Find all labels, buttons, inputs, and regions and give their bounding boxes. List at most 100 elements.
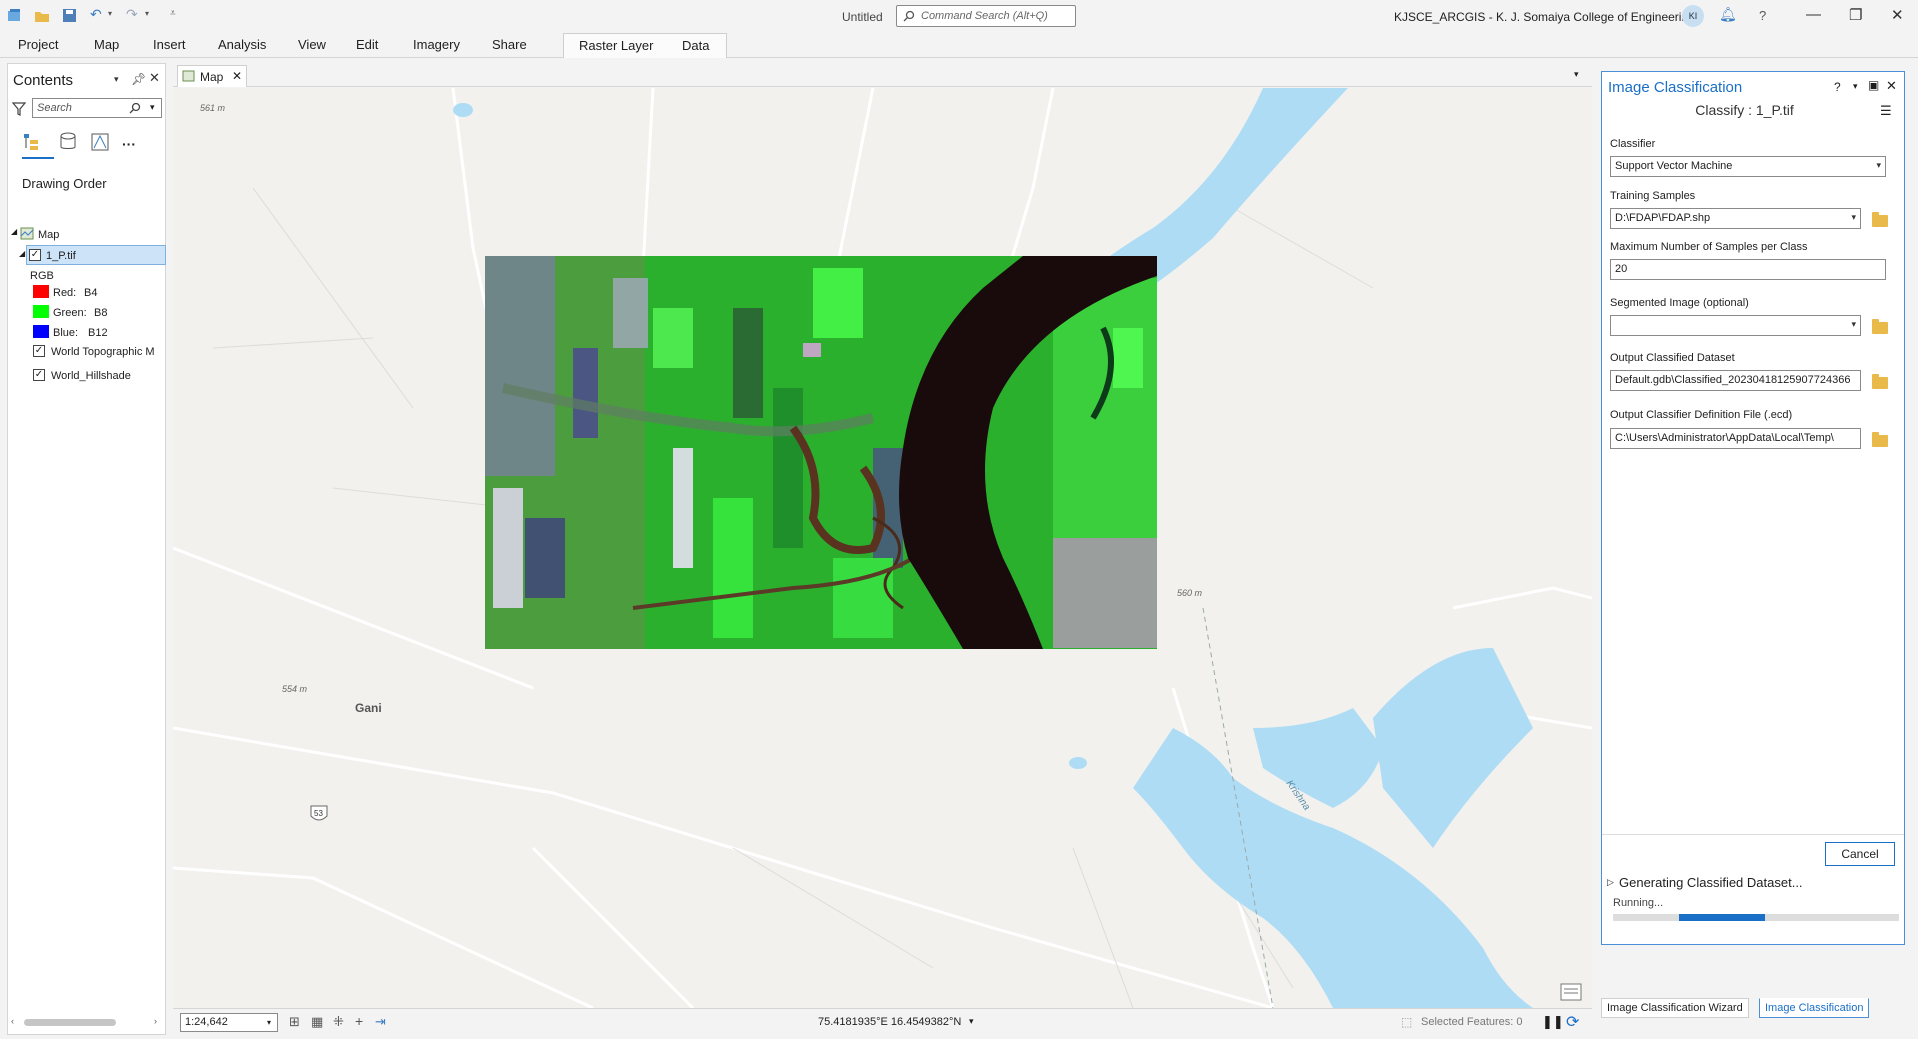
tab-insert[interactable]: Insert xyxy=(153,37,186,52)
open-project-icon[interactable] xyxy=(34,8,50,23)
tab-image-classification-wizard[interactable]: Image Classification Wizard xyxy=(1601,998,1749,1018)
avatar[interactable]: KI xyxy=(1682,5,1704,27)
output-dataset-input[interactable]: Default.gdb\Classified_20230418125907724… xyxy=(1610,370,1861,391)
help-icon[interactable]: ? xyxy=(1834,80,1841,94)
scale-selector[interactable]: 1:24,642 ▾ xyxy=(180,1013,278,1032)
organization-name[interactable]: KJSCE_ARCGIS - K. J. Somaiya College of … xyxy=(1394,10,1695,24)
notifications-icon[interactable]: 🔔︎ xyxy=(1719,6,1737,23)
tool-options-icon[interactable]: ☰ xyxy=(1880,103,1892,119)
close-window-icon[interactable]: ✕ xyxy=(1891,6,1904,24)
segmented-image-dropdown[interactable]: ▾ xyxy=(1610,315,1861,336)
tab-image-classification[interactable]: Image Classification xyxy=(1759,998,1870,1018)
contents-search-input[interactable]: Search ▾ xyxy=(32,98,162,118)
scale-dropdown-icon[interactable]: ▾ xyxy=(267,1018,271,1027)
new-project-icon[interactable] xyxy=(7,8,23,23)
search-icon xyxy=(903,10,915,22)
browse-folder-icon[interactable] xyxy=(1872,432,1888,447)
grid-icon[interactable]: ▦ xyxy=(311,1014,323,1030)
job-status: Running... xyxy=(1613,897,1664,909)
more-options-icon[interactable]: ··· xyxy=(122,136,136,152)
green-band-swatch xyxy=(33,305,49,318)
coordinate-format-dropdown-icon[interactable]: ▾ xyxy=(969,1016,974,1027)
browse-folder-icon[interactable] xyxy=(1872,374,1888,389)
command-search-input[interactable]: Command Search (Alt+Q) xyxy=(896,5,1076,27)
tab-analysis[interactable]: Analysis xyxy=(218,37,266,52)
output-ecd-value: C:\Users\Administrator\AppData\Local\Tem… xyxy=(1615,432,1834,444)
browse-folder-icon[interactable] xyxy=(1872,319,1888,334)
undo-icon[interactable]: ↶ xyxy=(90,6,102,23)
layer-name[interactable]: 1_P.tif xyxy=(46,250,76,262)
fixed-zoom-icon[interactable]: ⊞ xyxy=(289,1014,300,1030)
navigate-icon[interactable]: ⇥ xyxy=(375,1014,386,1030)
pane-title: Image Classification xyxy=(1608,79,1743,96)
help-icon[interactable]: ? xyxy=(1759,8,1766,23)
pond-2 xyxy=(1069,757,1087,769)
pause-drawing-icon[interactable]: ❚❚ xyxy=(1542,1014,1564,1030)
tab-imagery[interactable]: Imagery xyxy=(413,37,460,52)
max-samples-input[interactable]: 20 xyxy=(1610,259,1886,280)
active-view-indicator xyxy=(22,157,54,159)
close-map-tab-icon[interactable]: ✕ xyxy=(232,69,242,83)
search-icon[interactable] xyxy=(129,102,141,114)
output-ecd-input[interactable]: C:\Users\Administrator\AppData\Local\Tem… xyxy=(1610,428,1861,449)
pane-menu-icon[interactable]: ▾ xyxy=(1853,81,1858,92)
redo-dropdown-icon[interactable]: ▾ xyxy=(145,9,149,18)
map-view-tab-bar: Map ✕ ▾ xyxy=(173,63,1592,87)
red-band-value: B4 xyxy=(84,287,98,299)
blue-band-label: Blue: xyxy=(53,327,79,339)
minimize-icon[interactable]: — xyxy=(1806,6,1821,23)
tab-raster-layer[interactable]: Raster Layer xyxy=(579,38,653,53)
green-band-value: B8 xyxy=(94,307,108,319)
browse-folder-icon[interactable] xyxy=(1872,212,1888,227)
list-by-source-icon[interactable] xyxy=(58,132,78,152)
ribbon-tabs: Project Map Insert Analysis View Edit Im… xyxy=(0,33,1918,58)
cancel-button[interactable]: Cancel xyxy=(1825,842,1895,866)
list-by-drawing-order-icon[interactable] xyxy=(22,132,44,152)
map-status-bar: 1:24,642 ▾ ⊞ ▦ ⁜ + ⇥ 75.4181935°E 16.454… xyxy=(173,1008,1592,1035)
training-samples-label: Training Samples xyxy=(1610,190,1696,202)
training-samples-dropdown[interactable]: D:\FDAP\FDAP.shp ▾ xyxy=(1610,208,1861,229)
restore-icon[interactable]: ❐ xyxy=(1849,6,1862,24)
filter-icon[interactable] xyxy=(12,102,26,116)
maximize-pane-icon[interactable]: ▣ xyxy=(1868,78,1879,92)
close-pane-icon[interactable]: ✕ xyxy=(149,70,160,86)
pin-icon[interactable]: 📌︎ xyxy=(131,72,146,86)
map-options-icon[interactable] xyxy=(1560,983,1582,1001)
pane-menu-icon[interactable]: ▾ xyxy=(114,74,119,85)
layer-visibility-checkbox[interactable]: ✓ xyxy=(29,249,41,261)
map-view-tab[interactable]: Map ✕ xyxy=(177,65,247,87)
snapping-icon[interactable]: ⁜ xyxy=(333,1014,344,1030)
customize-toolbar-icon[interactable]: ⩡ xyxy=(170,8,176,19)
classifier-value: Support Vector Machine xyxy=(1615,160,1733,172)
list-by-selection-icon[interactable] xyxy=(90,132,110,152)
map-tree-label[interactable]: Map xyxy=(38,229,59,241)
expand-map-icon[interactable]: ◢ xyxy=(11,227,17,236)
tab-share[interactable]: Share xyxy=(492,37,527,52)
search-options-icon[interactable]: ▾ xyxy=(150,102,155,113)
collapse-layer-icon[interactable]: ◢ xyxy=(19,249,25,258)
scroll-left-icon[interactable]: ‹ xyxy=(11,1016,14,1026)
blue-band-value: B12 xyxy=(88,327,108,339)
map-canvas[interactable]: 561 m 560 m 554 m Gani Krishna 53 xyxy=(173,88,1592,1008)
basemap-topographic-label[interactable]: World Topographic M xyxy=(51,346,165,358)
close-pane-icon[interactable]: ✕ xyxy=(1886,78,1897,94)
tab-map[interactable]: Map xyxy=(94,37,119,52)
tab-edit[interactable]: Edit xyxy=(356,37,378,52)
save-project-icon[interactable] xyxy=(62,8,78,23)
expand-job-icon[interactable]: ▷ xyxy=(1607,877,1614,888)
basemap-hillshade-label[interactable]: World_Hillshade xyxy=(51,370,131,382)
crosshair-icon[interactable]: + xyxy=(355,1013,363,1029)
basemap-topo-checkbox[interactable]: ✓ xyxy=(33,345,45,357)
map-tab-list-icon[interactable]: ▾ xyxy=(1574,69,1579,80)
tab-view[interactable]: View xyxy=(298,37,326,52)
tab-project[interactable]: Project xyxy=(18,37,58,52)
redo-icon[interactable]: ↷ xyxy=(126,6,138,23)
tab-data[interactable]: Data xyxy=(682,38,709,53)
undo-dropdown-icon[interactable]: ▾ xyxy=(108,9,112,18)
scroll-right-icon[interactable]: › xyxy=(154,1016,157,1026)
divider xyxy=(1602,834,1904,835)
classifier-dropdown[interactable]: Support Vector Machine ▾ xyxy=(1610,156,1886,177)
horizontal-scrollbar[interactable] xyxy=(24,1019,116,1026)
refresh-icon[interactable]: ⟳ xyxy=(1566,1012,1579,1032)
basemap-hillshade-checkbox[interactable]: ✓ xyxy=(33,369,45,381)
